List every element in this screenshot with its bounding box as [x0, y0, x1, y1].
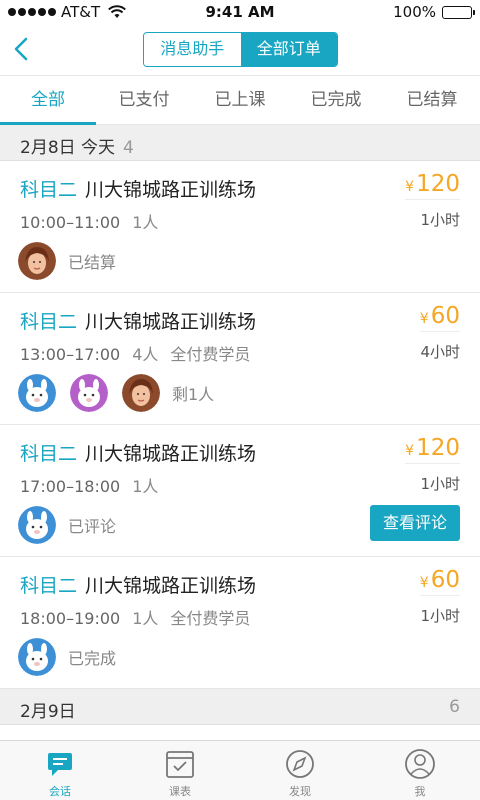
filter-tabs: 全部 已支付 已上课 已完成 已结算 [0, 77, 480, 125]
order-time: 10:00–11:00 [20, 213, 121, 232]
compass-icon [286, 750, 314, 778]
tabbar-item-discover[interactable]: 发现 [240, 741, 360, 800]
order-duration: 1小时 [420, 607, 460, 625]
tabbar-label: 我 [414, 785, 426, 798]
tab-paid[interactable]: 已支付 [96, 77, 192, 124]
price-value: 60 [430, 567, 460, 593]
order-people: 1人 [132, 609, 159, 628]
section-header: 2月9日 6 [0, 689, 480, 725]
order-title: 科目二 川大锦城路正训练场 [20, 571, 256, 598]
order-status: 已完成 [68, 649, 117, 668]
avatar[interactable] [18, 242, 56, 280]
alpaca-avatar[interactable] [18, 638, 56, 676]
battery-icon [442, 5, 475, 19]
order-place: 川大锦城路正训练场 [85, 575, 257, 597]
section-date: 2月8日 今天 4 [20, 138, 134, 158]
segment-message-assistant[interactable]: 消息助手 [144, 33, 241, 66]
order-time: 17:00–18:00 [20, 477, 121, 496]
tabbar-label: 课表 [169, 785, 191, 798]
tabbar-item-schedule[interactable]: 课表 [120, 741, 240, 800]
order-duration: 4小时 [420, 343, 460, 361]
price-currency: ¥ [405, 179, 415, 195]
participants: 已评论 [18, 505, 116, 545]
order-price: ¥120 [405, 435, 460, 464]
segmented-control: 消息助手 全部订单 [143, 32, 338, 67]
tabbar-label: 发现 [289, 785, 311, 798]
order-subject: 科目二 [20, 575, 78, 597]
view-review-button[interactable]: 查看评论 [370, 505, 460, 541]
order-card[interactable]: 科目二 川大锦城路正训练场 17:00–18:00 1人 ¥120 1小时 已评论 … [0, 425, 480, 557]
tabbar-label: 会话 [49, 785, 71, 798]
alpaca-avatar[interactable] [18, 374, 56, 412]
remaining-seats: 剩1人 [172, 385, 215, 404]
order-meta: 10:00–11:00 1人 [20, 209, 170, 233]
order-tag: 全付费学员 [170, 345, 251, 364]
avatar[interactable] [122, 374, 160, 412]
price-currency: ¥ [405, 443, 415, 459]
order-card[interactable]: 科目二 川大锦城路正训练场 13:00–17:00 4人 全付费学员 ¥60 4小时 … [0, 293, 480, 425]
order-meta: 18:00–19:00 1人 全付费学员 [20, 605, 250, 629]
order-meta: 13:00–17:00 4人 全付费学员 [20, 341, 250, 365]
order-people: 1人 [132, 477, 159, 496]
profile-icon [405, 749, 435, 779]
price-value: 60 [430, 303, 460, 329]
back-chevron-icon[interactable] [8, 34, 38, 64]
order-price: ¥60 [419, 303, 460, 332]
price-value: 120 [416, 435, 460, 461]
tab-completed[interactable]: 已完成 [288, 77, 384, 124]
order-title: 科目二 川大锦城路正训练场 [20, 439, 256, 466]
section-count: 6 [449, 697, 460, 717]
chat-icon [48, 753, 72, 776]
calendar-icon [166, 751, 194, 778]
section-count: 4 [123, 138, 134, 158]
tabbar-item-me[interactable]: 我 [360, 741, 480, 800]
order-duration: 1小时 [420, 475, 460, 493]
section-header: 2月8日 今天 4 [0, 125, 480, 161]
order-people: 4人 [132, 345, 159, 364]
order-people: 1人 [132, 213, 159, 232]
tab-attended[interactable]: 已上课 [192, 77, 288, 124]
price-currency: ¥ [419, 575, 429, 591]
order-subject: 科目二 [20, 311, 78, 333]
battery-label: 100% [393, 3, 436, 21]
order-place: 川大锦城路正训练场 [85, 443, 257, 465]
order-time: 13:00–17:00 [20, 345, 121, 364]
alpaca-avatar[interactable] [18, 506, 56, 544]
order-price: ¥60 [419, 567, 460, 596]
order-status: 已评论 [68, 517, 117, 536]
order-time: 18:00–19:00 [20, 609, 121, 628]
status-bar: AT&T 9:41 AM 100% [0, 0, 480, 24]
bottom-tab-bar: 会话 课表 发现 我 [0, 740, 480, 800]
order-status: 已结算 [68, 253, 117, 272]
order-card[interactable]: 科目二 川大锦城路正训练场 10:00–11:00 1人 ¥120 1小时 已结算 [0, 161, 480, 293]
order-tag: 全付费学员 [170, 609, 251, 628]
tabbar-item-chat[interactable]: 会话 [0, 741, 120, 800]
order-price: ¥120 [405, 171, 460, 200]
tab-settled[interactable]: 已结算 [384, 77, 480, 124]
tab-all[interactable]: 全部 [0, 77, 96, 125]
order-duration: 1小时 [420, 211, 460, 229]
battery-group: 100% [393, 3, 475, 21]
order-title: 科目二 川大锦城路正训练场 [20, 175, 256, 202]
price-currency: ¥ [419, 311, 429, 327]
order-place: 川大锦城路正训练场 [85, 311, 257, 333]
order-subject: 科目二 [20, 443, 78, 465]
participants: 已结算 [18, 241, 116, 281]
alpaca-avatar[interactable] [70, 374, 108, 412]
order-subject: 科目二 [20, 179, 78, 201]
participants: 剩1人 [18, 373, 214, 413]
section-date: 2月9日 [20, 702, 76, 722]
participants: 已完成 [18, 637, 116, 677]
order-title: 科目二 川大锦城路正训练场 [20, 307, 256, 334]
price-value: 120 [416, 171, 460, 197]
navigation-bar: 消息助手 全部订单 [0, 24, 480, 76]
order-place: 川大锦城路正训练场 [85, 179, 257, 201]
order-card[interactable]: 科目二 川大锦城路正训练场 18:00–19:00 1人 全付费学员 ¥60 1小时 … [0, 557, 480, 689]
order-meta: 17:00–18:00 1人 [20, 473, 170, 497]
segment-all-orders[interactable]: 全部订单 [240, 33, 337, 66]
